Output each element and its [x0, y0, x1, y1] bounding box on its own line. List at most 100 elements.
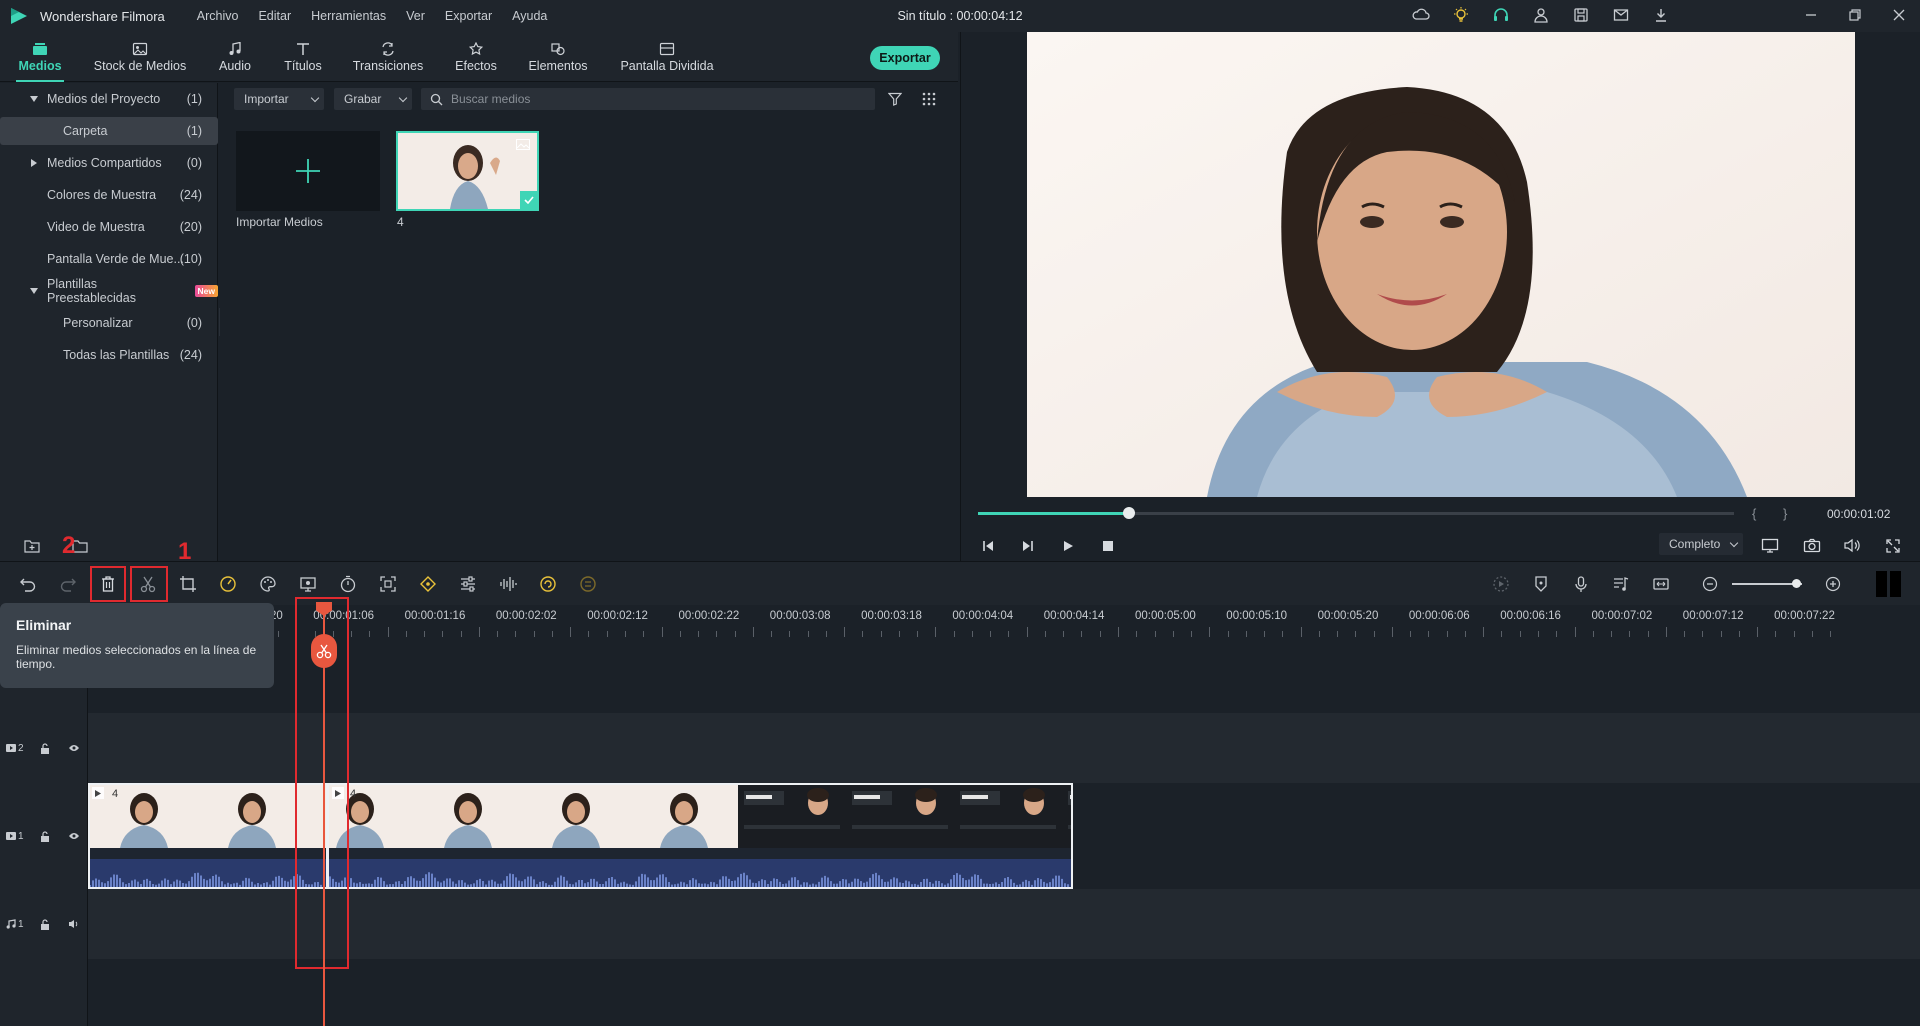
ruler-tick [387, 627, 389, 637]
playhead-line[interactable] [323, 605, 325, 1026]
preview-video[interactable] [1027, 32, 1855, 497]
zoom-slider-knob[interactable] [1792, 579, 1801, 588]
library-item-carpeta[interactable]: Carpeta (1) [0, 117, 218, 145]
library-item-colores-de-muestra[interactable]: Colores de Muestra (24) [0, 181, 218, 209]
timeline-ruler[interactable]: 00:00:00:2000:00:01:0600:00:01:1600:00:0… [0, 605, 1920, 639]
tab-transiciones[interactable]: Transiciones [348, 32, 428, 82]
voiceover-button[interactable] [1570, 573, 1592, 595]
tab-pantalla-dividida[interactable]: Pantalla Dividida [618, 32, 716, 82]
export-button[interactable]: Exportar [870, 46, 940, 70]
lock-icon[interactable] [40, 918, 50, 930]
marker-button[interactable] [1530, 573, 1552, 595]
filter-icon[interactable] [888, 92, 902, 106]
download-icon[interactable] [1652, 6, 1670, 24]
zoom-in-button[interactable] [1822, 573, 1844, 595]
progress-knob[interactable] [1123, 507, 1136, 519]
snap-button[interactable] [1650, 573, 1672, 595]
library-item-medios-del-proyecto[interactable]: Medios del Proyecto (1) [0, 85, 218, 113]
library-item-plantillas-preestablecidas[interactable]: Plantillas Preestablecidas New [0, 277, 218, 305]
fullscreen-icon[interactable] [1885, 538, 1901, 554]
ruler-tick-label: 00:00:03:08 [769, 610, 831, 622]
mail-icon[interactable] [1612, 6, 1630, 24]
step-back-icon[interactable] [981, 539, 995, 553]
tab-elementos[interactable]: Elementos [524, 32, 592, 82]
fit-button[interactable] [377, 573, 399, 595]
tab-audio[interactable]: Audio [210, 32, 260, 82]
account-icon[interactable] [1532, 6, 1550, 24]
library-item-personalizar[interactable]: Personalizar (0) [0, 309, 218, 337]
mark-in-bracket[interactable]: { [1752, 506, 1756, 521]
lock-icon[interactable] [40, 742, 50, 754]
track-audio-1[interactable]: 1 [0, 889, 1920, 959]
library-item-video-de-muestra[interactable]: Video de Muestra (20) [0, 213, 218, 241]
step-forward-icon[interactable] [1021, 539, 1035, 553]
minimize-icon[interactable] [1802, 6, 1820, 24]
track-video-2[interactable]: 2 [0, 713, 1920, 783]
chevron-down-icon [398, 93, 408, 103]
tab-titulos[interactable]: Títulos [276, 32, 330, 82]
tab-stock-de-medios[interactable]: Stock de Medios [86, 32, 194, 82]
restore-icon[interactable] [1846, 6, 1864, 24]
menu-ayuda[interactable]: Ayuda [512, 9, 547, 23]
zoom-out-button[interactable] [1699, 573, 1721, 595]
timeline-clip[interactable]: 4 4 [88, 783, 1073, 889]
library-item-pantalla-verde[interactable]: Pantalla Verde de Mue... (10) [0, 245, 218, 273]
check-badge [520, 191, 537, 209]
audio-ducking-button[interactable] [1610, 573, 1632, 595]
auto-enhance-button[interactable] [537, 573, 559, 595]
media-thumbnail[interactable] [396, 131, 539, 211]
green-screen-button[interactable] [297, 573, 319, 595]
new-folder-icon[interactable] [24, 539, 40, 553]
library-item-medios-compartidos[interactable]: Medios Compartidos (0) [0, 149, 218, 177]
cloud-icon[interactable] [1412, 6, 1430, 24]
ruler-tick [1775, 631, 1777, 637]
grid-view-icon[interactable] [922, 92, 936, 106]
record-dropdown[interactable]: Grabar [334, 88, 412, 110]
snapshot-camera-icon[interactable] [1803, 538, 1821, 553]
tab-label: Transiciones [352, 58, 424, 73]
import-media-tile[interactable] [236, 131, 380, 211]
play-icon[interactable] [1061, 539, 1075, 553]
audio-mixer-button[interactable] [497, 573, 519, 595]
panel-layout-button[interactable] [1876, 571, 1902, 597]
save-icon[interactable] [1572, 6, 1590, 24]
stop-icon[interactable] [1101, 539, 1115, 553]
mark-out-bracket[interactable]: } [1783, 506, 1787, 521]
eye-icon[interactable] [68, 832, 80, 840]
menu-archivo[interactable]: Archivo [197, 9, 239, 23]
adjust-button[interactable] [457, 573, 479, 595]
import-dropdown[interactable]: Importar [234, 88, 324, 110]
eye-icon[interactable] [68, 744, 80, 752]
tab-medios[interactable]: Medios [10, 32, 70, 82]
quality-dropdown[interactable]: Completo [1659, 533, 1743, 555]
undo-button[interactable] [17, 573, 39, 595]
lightbulb-icon[interactable] [1452, 6, 1470, 24]
crop-button[interactable] [177, 573, 199, 595]
import-label: Importar [244, 92, 289, 106]
headset-icon[interactable] [1492, 6, 1510, 24]
ruler-tick [1793, 631, 1795, 637]
menu-exportar[interactable]: Exportar [445, 9, 492, 23]
menu-herramientas[interactable]: Herramientas [311, 9, 386, 23]
ruler-tick [570, 627, 572, 637]
keyframe-button[interactable] [417, 573, 439, 595]
speed-button[interactable] [217, 573, 239, 595]
search-input[interactable] [421, 88, 875, 110]
close-icon[interactable] [1890, 6, 1908, 24]
split-marker[interactable] [311, 634, 337, 668]
duration-button[interactable] [337, 573, 359, 595]
menu-ver[interactable]: Ver [406, 9, 425, 23]
speaker-icon[interactable] [68, 919, 80, 929]
redo-button[interactable] [57, 573, 79, 595]
stabilize-button[interactable] [577, 573, 599, 595]
lock-icon[interactable] [40, 830, 50, 842]
color-button[interactable] [257, 573, 279, 595]
menu-editar[interactable]: Editar [258, 9, 291, 23]
library-item-todas-las-plantillas[interactable]: Todas las Plantillas (24) [0, 341, 218, 369]
tab-efectos[interactable]: Efectos [446, 32, 506, 82]
volume-icon[interactable] [1843, 538, 1861, 553]
render-button[interactable] [1490, 573, 1512, 595]
monitor-icon[interactable] [1761, 538, 1779, 553]
track-label: 1 [6, 831, 24, 842]
preview-progress-bar[interactable] [978, 507, 1734, 519]
